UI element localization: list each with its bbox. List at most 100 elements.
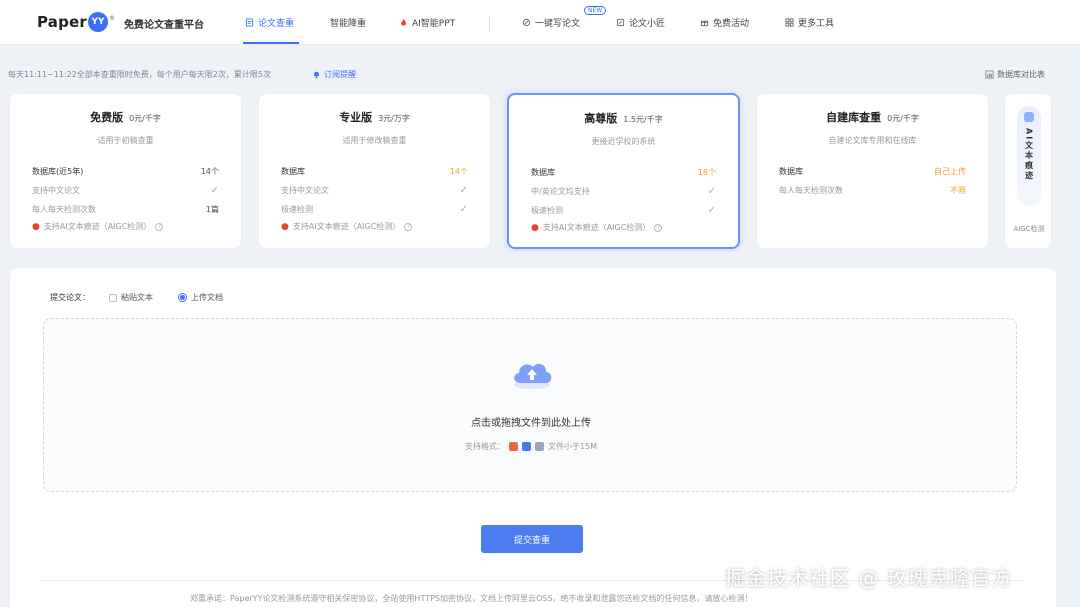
aigc-label: 支持AI文本痕迹（AIGC检测）	[43, 222, 152, 231]
feature-value: 自己上传	[934, 167, 966, 176]
plan-name: 高尊版	[584, 112, 618, 125]
feature-value: 14个	[200, 167, 219, 176]
file-dropzone[interactable]: 点击或拖拽文件到此处上传 支持格式： 文件小于15M	[43, 318, 1017, 492]
bell-icon	[314, 71, 319, 79]
help-icon[interactable]: ?	[654, 223, 663, 232]
check-icon: ✓	[210, 185, 219, 196]
checkbox-icon	[109, 293, 117, 302]
free-time-notice: 每天11:11~11:22全部本查重限时免费，每个用户每天限2次，累计限5次	[8, 70, 271, 79]
plan-price: 0元/千字	[129, 114, 161, 123]
plan-feature-row: 每人每天检测次数 1篇	[32, 200, 219, 219]
plan-feature-row: 数据库 18个	[531, 163, 716, 182]
ai-card-footer: AIGC检测	[1013, 225, 1045, 233]
plan-title: 免费版 0元/千字	[32, 109, 219, 125]
plan-card-free[interactable]: 免费版 0元/千字 适用于初稿查重 数据库(近5年) 14个 支持中文论文 ✓ 每人每…	[9, 93, 242, 249]
watermark: 掘金技术社区 @ 玫瑰克隆官方	[725, 566, 1013, 590]
nav-divider	[489, 15, 490, 31]
plan-name: 自建库查重	[826, 111, 882, 124]
feature-name: 中/英论文均支持	[531, 187, 590, 196]
document-icon	[245, 18, 254, 27]
fire-icon: ●	[32, 221, 40, 232]
supported-formats: 支持格式： 文件小于15M	[44, 441, 1018, 452]
gift-icon	[700, 20, 709, 27]
plan-feature-row: 数据库 14个	[281, 162, 468, 181]
database-compare-label: 数据库对比表	[997, 70, 1045, 79]
feature-name: 每人每天检测次数	[779, 186, 843, 195]
feature-name: 支持中文论文	[281, 186, 329, 195]
feature-name: 支持中文论文	[32, 186, 80, 195]
check-icon: ✓	[707, 186, 716, 197]
plan-feature-row: 数据库 自己上传	[779, 162, 966, 181]
ai-text-trace-card[interactable]: AI文本痕迹 AIGC检测	[1004, 93, 1052, 249]
feature-name: 数据库	[281, 167, 305, 176]
dropzone-title: 点击或拖拽文件到此处上传	[471, 418, 591, 429]
grid-icon	[785, 18, 794, 27]
formats-note: 文件小于15M	[547, 442, 598, 451]
plan-feature-row: 数据库(近5年) 14个	[32, 162, 219, 181]
help-icon[interactable]: ?	[404, 222, 413, 231]
plan-card-custom-library[interactable]: 自建库查重 0元/千字 自建论文库专用和在线库 数据库 自己上传 每人每天检测次数 不…	[756, 93, 989, 249]
plan-subtitle: 适用于修改稿查重	[342, 136, 407, 145]
nav-free-events[interactable]: 免费活动	[700, 16, 749, 29]
logo-badge: YY	[88, 12, 109, 32]
plan-subtitle: 自建论文库专用和在线库	[828, 136, 917, 145]
nav-thesis-check[interactable]: 论文查重	[245, 16, 294, 29]
feature-name: 极速检测	[281, 205, 313, 214]
plan-subtitle: 适用于初稿查重	[97, 136, 154, 145]
plan-title: 专业版 3元/万字	[281, 109, 468, 125]
nav-ai-ppt[interactable]: AI智能PPT	[399, 16, 455, 29]
upload-panel: 提交论文： 粘贴文本 上传文档 点击或拖拽文件到此处上传 支持格式： 文件小于1…	[10, 268, 1056, 607]
nav-label: 论文查重	[258, 19, 295, 29]
plan-feature-row: 每人每天检测次数 不限	[779, 181, 966, 200]
plan-subtitle: 更接近学校的系统	[591, 137, 656, 146]
privacy-disclaimer: 郑重承诺：PaperYY论文检测系统遵守相关保密协议，全站使用HTTPS加密协议…	[190, 594, 753, 603]
fire-icon	[401, 18, 406, 26]
radio-selected-icon	[178, 293, 187, 302]
nav-label: AI智能PPT	[412, 19, 456, 29]
plan-feature-row: 支持中文论文 ✓	[281, 181, 468, 200]
nav-more-tools[interactable]: 更多工具	[785, 16, 834, 29]
feature-value: 14个	[449, 167, 468, 176]
aigc-label: 支持AI文本痕迹（AIGC检测）	[542, 223, 651, 232]
check-icon: ✓	[707, 205, 716, 216]
plan-name: 专业版	[339, 111, 373, 124]
plan-feature-row: 中/英论文均支持 ✓	[531, 182, 716, 201]
plan-card-premium[interactable]: 高尊版 1.5元/千字 更接近学校的系统 数据库 18个 中/英论文均支持 ✓ 极速检…	[507, 93, 740, 249]
aigc-support: ● 支持AI文本痕迹（AIGC检测）?	[531, 222, 716, 233]
plan-title: 自建库查重 0元/千字	[779, 109, 966, 125]
feature-value: 不限	[950, 186, 966, 195]
logo-registered-mark: ®	[109, 14, 116, 22]
plan-price: 1.5元/千字	[623, 115, 663, 124]
nav-smart-reduce[interactable]: 智能降重	[330, 16, 366, 29]
nav-paper-craftsman[interactable]: 论文小匠	[616, 16, 665, 29]
feature-name: 数据库	[531, 168, 555, 177]
option-label: 粘贴文本	[121, 293, 153, 302]
word-icon	[521, 442, 531, 451]
plan-feature-row: 支持中文论文 ✓	[32, 181, 219, 200]
aigc-label: 支持AI文本痕迹（AIGC检测）	[292, 222, 401, 231]
feature-name: 数据库	[779, 167, 803, 176]
ai-pill: AI文本痕迹	[1017, 106, 1041, 206]
plan-feature-row: 极速检测 ✓	[531, 201, 716, 220]
option-paste-text[interactable]: 粘贴文本	[109, 292, 153, 303]
fire-icon: ●	[531, 222, 539, 233]
platform-name: 免费论文查重平台	[124, 20, 204, 31]
plan-feature-row: 极速检测 ✓	[281, 200, 468, 219]
txt-icon	[534, 442, 544, 451]
nav-label: 论文小匠	[629, 19, 666, 29]
help-icon[interactable]: ?	[155, 222, 164, 231]
aigc-support: ● 支持AI文本痕迹（AIGC检测）?	[32, 221, 219, 232]
submit-paper-label: 提交论文：	[50, 293, 90, 302]
option-upload-document[interactable]: 上传文档	[178, 292, 223, 303]
subscribe-reminder-link[interactable]: 订阅提醒	[312, 69, 356, 80]
edit-icon	[616, 18, 625, 27]
nav-label: 免费活动	[713, 19, 750, 29]
plan-card-pro[interactable]: 专业版 3元/万字 适用于修改稿查重 数据库 14个 支持中文论文 ✓ 极速检测 ✓ ●…	[258, 93, 491, 249]
feature-value: 1篇	[205, 205, 219, 214]
submit-check-button[interactable]: 提交查重	[481, 525, 583, 553]
logo[interactable]: Paper YY ®	[37, 12, 115, 32]
top-header: Paper YY ® 免费论文查重平台 论文查重 智能降重 AI智能PPT 一键…	[0, 0, 1080, 45]
feature-name: 极速检测	[531, 206, 563, 215]
nav-write-paper[interactable]: 一键写论文	[522, 16, 580, 29]
database-compare-link[interactable]: 数据库对比表	[985, 69, 1045, 80]
